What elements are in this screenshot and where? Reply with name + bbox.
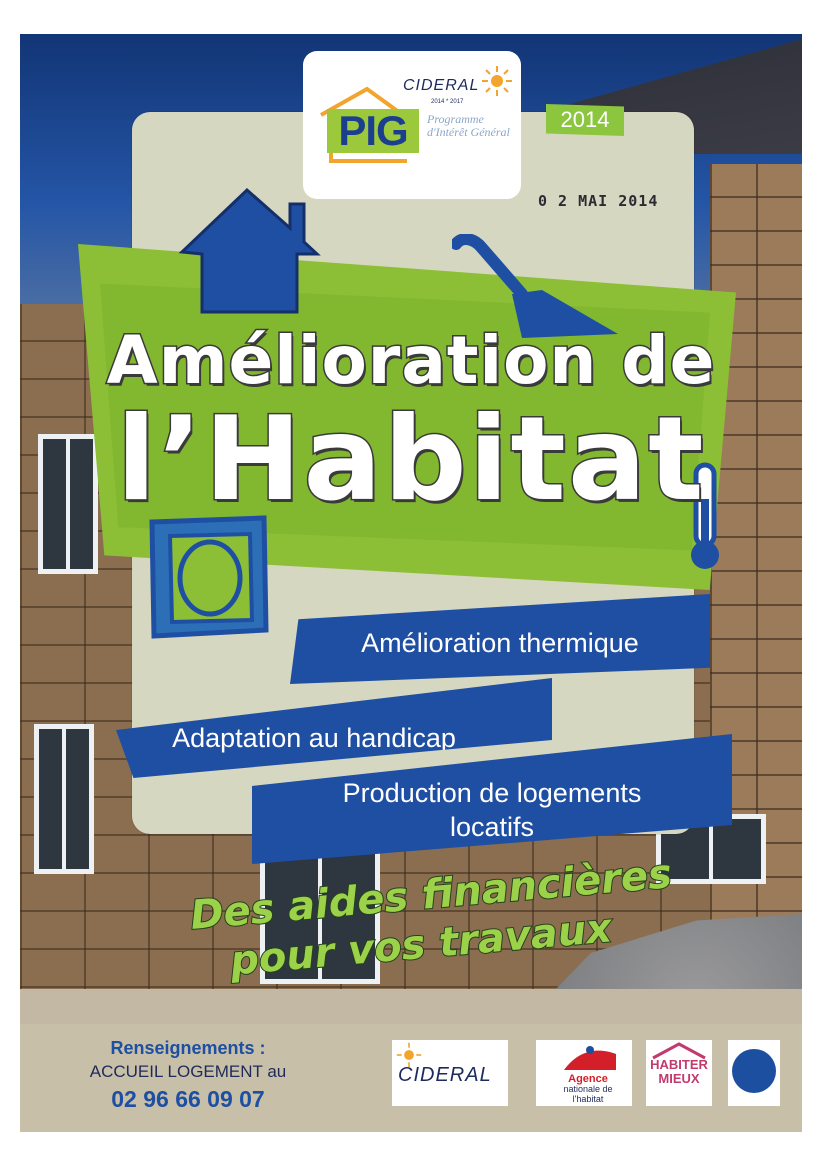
- house-icon: [178, 187, 321, 314]
- partner-habiter-line-2: MIEUX: [658, 1071, 700, 1086]
- phone-number: 02 96 66 09 07: [111, 1086, 265, 1112]
- partner-logo-cideral: CIDERAL: [392, 1040, 508, 1106]
- logo-programme-text: Programme d'Intérêt Général: [427, 112, 510, 139]
- theme-rental-line-1: Production de logements: [342, 778, 642, 808]
- partner-anah-text: Agence nationale de l'habitat: [550, 1074, 626, 1105]
- info-line: ACCUEIL LOGEMENT au: [89, 1062, 287, 1081]
- info-label: Renseignements :: [110, 1038, 266, 1058]
- sun-icon: [482, 66, 512, 96]
- partner-habiter-line-1: HABITER: [650, 1057, 708, 1072]
- logo-years: 2014 * 2017: [431, 99, 464, 105]
- title-line-1: Amélioration de: [105, 321, 716, 401]
- partner-logo-government: [728, 1040, 780, 1106]
- title-line-2: l’Habitat: [115, 391, 706, 529]
- pig-logo: PIG CIDERAL 2014 * 2017 Programme d'Inté…: [303, 51, 521, 199]
- marianne-seal-icon: [732, 1049, 776, 1093]
- house-window: [34, 724, 94, 874]
- footer: Renseignements : ACCUEIL LOGEMENT au 02 …: [20, 1024, 802, 1132]
- heat-pump-icon: [149, 515, 269, 639]
- partner-habiter-text: HABITER MIEUX: [650, 1058, 708, 1086]
- partner-cideral-name: CIDERAL: [398, 1064, 492, 1086]
- poster: PIG CIDERAL 2014 * 2017 Programme d'Inté…: [20, 34, 802, 1132]
- partner-anah-sub: nationale de l'habitat: [563, 1084, 613, 1104]
- year-badge: 2014: [546, 104, 624, 136]
- logo-cideral-text: CIDERAL: [403, 77, 480, 94]
- partner-logo-anah: Agence nationale de l'habitat: [536, 1040, 632, 1106]
- partner-logo-habiter-mieux: HABITER MIEUX: [646, 1040, 712, 1106]
- date-stamp: 0 2 MAI 2014: [538, 192, 659, 210]
- logo-pig-text: PIG: [327, 109, 419, 153]
- anah-swoosh-icon: [564, 1046, 616, 1070]
